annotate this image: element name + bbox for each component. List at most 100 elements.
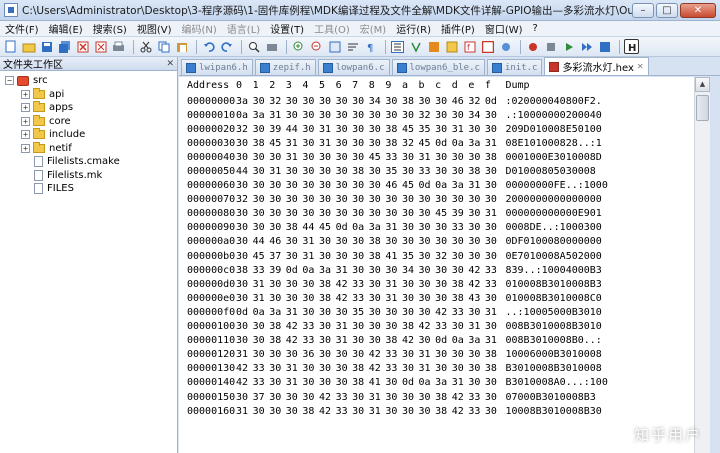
hex-dump-text[interactable]: 000000000000E901 xyxy=(502,207,608,221)
tab-init-c[interactable]: init.c xyxy=(486,59,543,75)
hex-byte[interactable]: 0d xyxy=(435,334,452,348)
tab-close-icon[interactable]: ✕ xyxy=(637,62,644,71)
hex-byte[interactable]: 31 xyxy=(286,305,303,319)
hex-byte[interactable]: 0a xyxy=(419,376,436,390)
hex-byte[interactable]: 30 xyxy=(319,334,336,348)
hex-byte[interactable]: 30 xyxy=(319,362,336,376)
hex-byte[interactable]: 30 xyxy=(419,235,436,249)
menu-search[interactable]: 搜索(S) xyxy=(88,21,132,36)
paste-icon[interactable] xyxy=(174,39,189,54)
hex-byte[interactable]: 39 xyxy=(452,207,469,221)
collapse-icon[interactable]: − xyxy=(5,76,14,86)
hex-row[interactable]: 00000150 30 37 30 30 30 42 33 30 31 30 30 30 38 42 33 30… xyxy=(179,390,608,404)
hex-byte[interactable]: 30 xyxy=(452,348,469,362)
hex-byte[interactable]: 3a xyxy=(435,376,452,390)
hex-byte[interactable]: 38 xyxy=(253,136,270,150)
hex-byte[interactable]: 30 xyxy=(485,179,502,193)
hex-byte[interactable]: 30 xyxy=(485,108,502,122)
hex-row[interactable]: 000000e0 30 31 30 30 30 38 42 33 30 31 30 30 30 38 43 30… xyxy=(179,291,608,305)
hex-dump-text[interactable]: 0DF0100080000000 xyxy=(502,235,608,249)
replace-icon[interactable] xyxy=(264,39,279,54)
tree-item-core[interactable]: + core xyxy=(0,114,177,129)
hex-byte[interactable]: 38 xyxy=(485,348,502,362)
hex-byte[interactable]: 38 xyxy=(302,404,319,418)
hex-byte[interactable]: 31 xyxy=(468,320,485,334)
hex-byte[interactable]: 31 xyxy=(385,291,402,305)
hex-byte[interactable]: 30 xyxy=(286,207,303,221)
hex-row[interactable]: 000000c0 38 33 39 0d 0a 3a 31 30 30 30 34 30 30 30 42 33… xyxy=(179,263,608,277)
panel-close-icon[interactable]: ✕ xyxy=(166,59,174,69)
zoom-in-icon[interactable] xyxy=(291,39,306,54)
hex-byte[interactable]: 42 xyxy=(468,263,485,277)
hex-byte[interactable]: 31 xyxy=(336,320,353,334)
hex-byte[interactable]: 30 xyxy=(253,221,270,235)
hex-byte[interactable]: 30 xyxy=(452,108,469,122)
hex-byte[interactable]: 30 xyxy=(385,390,402,404)
hex-byte[interactable]: 30 xyxy=(468,305,485,319)
hex-byte[interactable]: 33 xyxy=(253,376,270,390)
hex-byte[interactable]: 30 xyxy=(435,362,452,376)
hex-byte[interactable]: 31 xyxy=(253,277,270,291)
hex-byte[interactable]: 38 xyxy=(269,334,286,348)
hex-byte[interactable]: 33 xyxy=(352,291,369,305)
hex-byte[interactable]: 37 xyxy=(269,249,286,263)
hex-byte[interactable]: 3a xyxy=(468,136,485,150)
hex-byte[interactable]: 30 xyxy=(286,277,303,291)
hex-byte[interactable]: 0d xyxy=(236,305,253,319)
tree-item-files[interactable]: FILES xyxy=(0,182,177,196)
hex-byte[interactable]: 30 xyxy=(336,235,353,249)
hex-byte[interactable]: 30 xyxy=(319,305,336,319)
hex-row[interactable]: 00000000 3a 30 32 30 30 30 30 30 34 30 38 30 30 46 32 0d… xyxy=(179,94,608,108)
hex-byte[interactable]: 45 xyxy=(369,150,386,164)
hex-byte[interactable]: 30 xyxy=(336,362,353,376)
hex-byte[interactable]: 30 xyxy=(302,362,319,376)
hex-byte[interactable]: 0a xyxy=(253,305,270,319)
hex-row[interactable]: 00000070 32 30 30 30 30 30 30 30 30 30 30 30 30 30 30 30… xyxy=(179,193,608,207)
hex-byte[interactable]: 30 xyxy=(286,164,303,178)
hex-byte[interactable]: 30 xyxy=(369,291,386,305)
hex-byte[interactable]: 30 xyxy=(236,235,253,249)
hex-byte[interactable]: 32 xyxy=(402,136,419,150)
hex-byte[interactable]: 38 xyxy=(369,235,386,249)
hex-byte[interactable]: 38 xyxy=(319,291,336,305)
hex-byte[interactable]: 30 xyxy=(452,164,469,178)
hex-byte[interactable]: 30 xyxy=(253,207,270,221)
hex-byte[interactable]: 0a xyxy=(452,136,469,150)
hex-byte[interactable]: 0d xyxy=(402,376,419,390)
hex-byte[interactable]: 30 xyxy=(253,404,270,418)
hex-dump-text[interactable]: B3010008A0...:100 xyxy=(502,376,608,390)
hex-byte[interactable]: 38 xyxy=(352,376,369,390)
close-all-icon[interactable] xyxy=(93,39,108,54)
hex-byte[interactable]: 30 xyxy=(385,207,402,221)
hex-row[interactable]: 00000140 42 33 30 31 30 30 30 38 41 30 0d 0a 3a 31 30 30… xyxy=(179,376,608,390)
hex-byte[interactable]: 30 xyxy=(402,404,419,418)
hex-byte[interactable]: 30 xyxy=(352,320,369,334)
hex-byte[interactable]: 42 xyxy=(369,362,386,376)
hex-byte[interactable]: 33 xyxy=(385,362,402,376)
hex-byte[interactable]: 30 xyxy=(302,122,319,136)
hex-byte[interactable]: 30 xyxy=(302,291,319,305)
scroll-thumb[interactable] xyxy=(696,95,709,121)
hex-byte[interactable]: 30 xyxy=(286,249,303,263)
hex-dump-text[interactable]: ..:10005000B3010 xyxy=(502,305,608,319)
hex-byte[interactable]: 32 xyxy=(236,122,253,136)
hex-dump-text[interactable]: .:10000000200040 xyxy=(502,108,608,122)
hex-byte[interactable]: 38 xyxy=(352,362,369,376)
hex-byte[interactable]: 30 xyxy=(435,164,452,178)
hex-byte[interactable]: 30 xyxy=(419,249,436,263)
save-macro-icon[interactable] xyxy=(597,39,612,54)
hex-byte[interactable]: 45 xyxy=(419,136,436,150)
hex-byte[interactable]: 30 xyxy=(468,122,485,136)
hex-byte[interactable]: 44 xyxy=(286,122,303,136)
hex-byte[interactable]: 42 xyxy=(435,305,452,319)
hex-byte[interactable]: 30 xyxy=(352,193,369,207)
hex-byte[interactable]: 38 xyxy=(402,320,419,334)
hex-byte[interactable]: 38 xyxy=(468,164,485,178)
hex-byte[interactable]: 30 xyxy=(336,122,353,136)
hex-byte[interactable]: 30 xyxy=(352,348,369,362)
hex-byte[interactable]: 31 xyxy=(485,334,502,348)
hex-dump-text[interactable]: 839..:10004000B3 xyxy=(502,263,608,277)
monitor-icon[interactable] xyxy=(498,39,513,54)
hex-byte[interactable]: 0d xyxy=(419,179,436,193)
hex-byte[interactable]: 30 xyxy=(319,235,336,249)
